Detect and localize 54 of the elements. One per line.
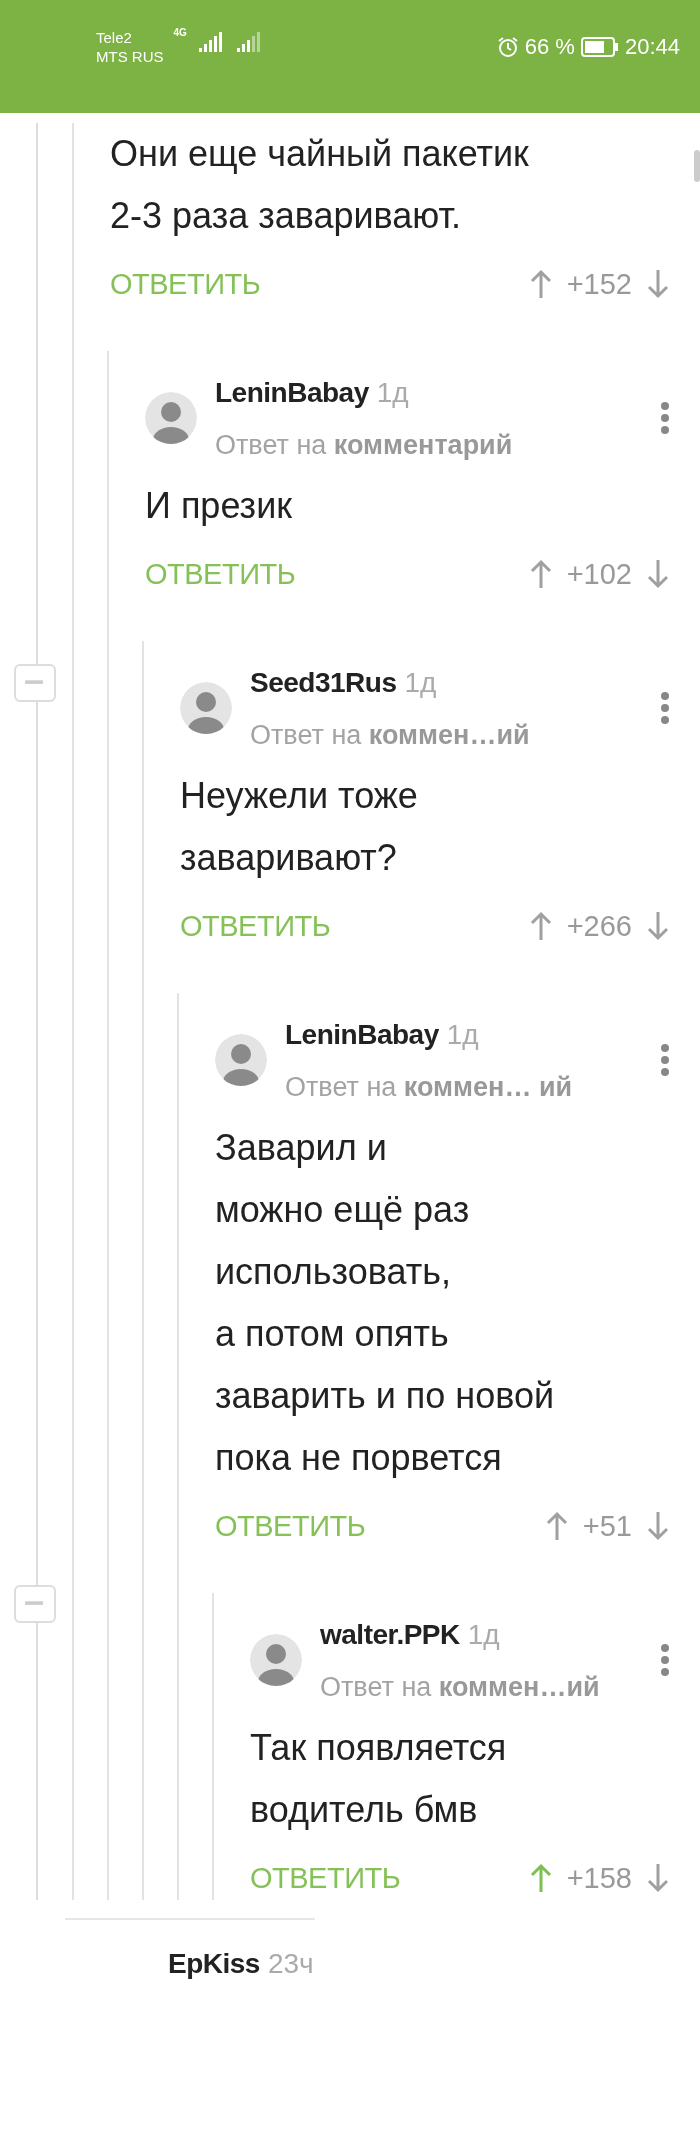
reply-to-text: Ответ на коммен…ий (320, 1671, 601, 1704)
comment-score: +51 (582, 1509, 632, 1543)
upvote-icon[interactable] (528, 1862, 553, 1894)
author-name[interactable]: Seed31Rus (250, 661, 397, 705)
author-name[interactable]: LeninBabay (215, 371, 369, 415)
signal-icon (234, 32, 263, 54)
carrier-name: MTS RUS (96, 47, 164, 66)
reply-to-text: Ответ на комментарий (215, 429, 514, 462)
comment-text: Они еще чайный пакетик 2-3 раза заваривают. (110, 132, 530, 238)
comment-text: И презик (145, 484, 293, 528)
comment-score: +152 (566, 267, 632, 301)
comment-score: +102 (566, 557, 632, 591)
upvote-icon[interactable] (544, 1510, 569, 1542)
signal-icon (196, 32, 225, 54)
upvote-icon[interactable] (528, 268, 553, 300)
reply-to-text: Ответ на коммен… ий (285, 1071, 574, 1104)
downvote-icon[interactable] (646, 1862, 670, 1894)
network-type: 4G (173, 28, 187, 38)
comment-time: 1д (467, 1618, 500, 1652)
comment-time: 23ч (267, 1948, 314, 1980)
downvote-icon[interactable] (646, 1510, 670, 1542)
comment-text: Неужели тоже заваривают? (180, 774, 419, 880)
avatar-icon[interactable] (250, 1634, 302, 1686)
clock: 20:44 (624, 34, 680, 60)
downvote-icon[interactable] (646, 268, 670, 300)
upvote-icon[interactable] (528, 558, 553, 590)
avatar-icon[interactable] (145, 392, 197, 444)
collapse-icon[interactable] (14, 1585, 56, 1623)
author-name[interactable]: LeninBabay (285, 1013, 439, 1057)
comment-score: +266 (566, 909, 632, 943)
avatar-icon[interactable] (215, 1034, 267, 1086)
downvote-icon[interactable] (646, 910, 670, 942)
upvote-icon[interactable] (528, 910, 553, 942)
author-name[interactable]: EpKiss (168, 1948, 260, 1980)
more-icon[interactable] (660, 401, 670, 435)
more-icon[interactable] (660, 691, 670, 725)
battery-icon (580, 37, 619, 57)
author-name[interactable]: walter.PPK (320, 1613, 460, 1657)
comment-text: Так появляется водитель бмв (250, 1726, 508, 1832)
more-icon[interactable] (660, 1643, 670, 1677)
downvote-icon[interactable] (646, 558, 670, 590)
reply-to-text: Ответ на коммен…ий (250, 719, 531, 752)
collapse-icon[interactable] (14, 664, 56, 702)
alarm-icon (496, 36, 519, 58)
more-icon[interactable] (660, 1043, 670, 1077)
comment-score: +158 (566, 1861, 632, 1895)
comment-time: 1д (446, 1018, 479, 1052)
comment-time: 1д (404, 666, 437, 700)
comment-text: Заварил и можно ещё раз использовать, а потом опять заварить и по новой пока не порвется (215, 1126, 556, 1480)
comment-time: 1д (376, 376, 409, 410)
avatar-icon[interactable] (180, 682, 232, 734)
battery-percent: 66 % (524, 34, 575, 60)
carrier-name: Tele2 (96, 28, 133, 47)
scrollbar[interactable] (694, 150, 700, 182)
